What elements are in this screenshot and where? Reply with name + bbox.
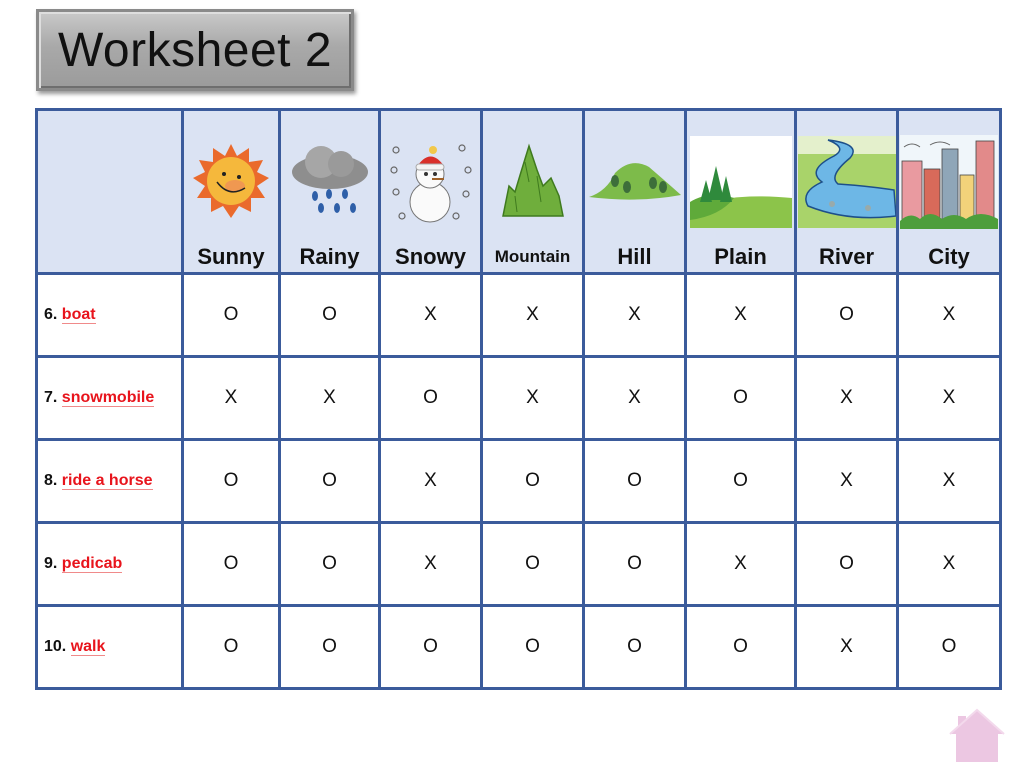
mark-cell: O (684, 438, 797, 524)
column-label: Sunny (197, 244, 265, 269)
hill-icon (585, 132, 684, 232)
city-icon (899, 132, 999, 232)
mark-cell: O (794, 521, 899, 607)
mark-cell: O (480, 438, 585, 524)
mark-cell: O (582, 438, 687, 524)
item-number: 7. (44, 389, 58, 406)
table-row: 6. boat O O X X X X O X (35, 272, 1002, 358)
mark-cell: X (794, 438, 899, 524)
column-label: Hill (617, 244, 652, 269)
column-header-hill: Hill (582, 108, 687, 275)
mark-cell: X (278, 355, 381, 441)
mark-cell: O (794, 272, 899, 358)
mark-cell: X (684, 521, 797, 607)
mark-cell: O (378, 355, 483, 441)
mark-cell: X (896, 355, 1002, 441)
mark-cell: O (582, 604, 687, 690)
rain-cloud-icon (281, 132, 378, 232)
mark-cell: X (378, 521, 483, 607)
mark-cell: X (794, 355, 899, 441)
mark-cell: O (684, 604, 797, 690)
activity-cell: 7. snowmobile (35, 355, 184, 441)
mark-cell: X (378, 272, 483, 358)
activity-cell: 10. walk (35, 604, 184, 690)
mark-cell: X (181, 355, 281, 441)
mark-cell: O (181, 521, 281, 607)
mark-cell: O (582, 521, 687, 607)
mark-cell: X (896, 272, 1002, 358)
item-number: 8. (44, 472, 58, 489)
mark-cell: X (480, 355, 585, 441)
mark-cell: O (181, 438, 281, 524)
item-number: 6. (44, 306, 58, 323)
mark-cell: O (181, 604, 281, 690)
table-row: 10. walk O O O O O O X O (35, 604, 1002, 690)
column-header-mountain: Mountain (480, 108, 585, 275)
corner-cell (35, 108, 184, 275)
activity-word: snowmobile (61, 389, 155, 407)
mark-cell: O (278, 521, 381, 607)
mark-cell: X (582, 355, 687, 441)
home-button[interactable] (942, 706, 1012, 766)
sun-icon (184, 132, 278, 232)
worksheet-table: Sunny Rainy Snowy Mountain Hill Plain Ri… (35, 108, 1002, 690)
mark-cell: O (181, 272, 281, 358)
activity-cell: 6. boat (35, 272, 184, 358)
snowman-icon (381, 132, 480, 232)
mark-cell: O (378, 604, 483, 690)
column-header-snowy: Snowy (378, 108, 483, 275)
mark-cell: O (896, 604, 1002, 690)
mark-cell: X (794, 604, 899, 690)
mark-cell: X (378, 438, 483, 524)
mark-cell: O (278, 438, 381, 524)
column-header-city: City (896, 108, 1002, 275)
column-header-rainy: Rainy (278, 108, 381, 275)
column-label: Plain (714, 244, 767, 269)
mark-cell: O (480, 521, 585, 607)
column-label: Snowy (395, 244, 466, 269)
activity-word: pedicab (61, 555, 123, 573)
plain-icon (687, 132, 794, 232)
mark-cell: O (684, 355, 797, 441)
column-header-plain: Plain (684, 108, 797, 275)
mark-cell: O (480, 604, 585, 690)
table-row: 9. pedicab O O X O O X O X (35, 521, 1002, 607)
column-label: Mountain (494, 247, 571, 266)
mark-cell: O (278, 604, 381, 690)
mountain-icon (483, 132, 582, 232)
activity-word: walk (70, 638, 106, 656)
mark-cell: X (684, 272, 797, 358)
mark-cell: X (896, 521, 1002, 607)
mark-cell: O (278, 272, 381, 358)
activity-cell: 9. pedicab (35, 521, 184, 607)
column-label: City (928, 244, 970, 269)
activity-cell: 8. ride a horse (35, 438, 184, 524)
mark-cell: X (480, 272, 585, 358)
column-header-sunny: Sunny (181, 108, 281, 275)
mark-cell: X (582, 272, 687, 358)
item-number: 10. (44, 638, 67, 655)
worksheet-title-text: Worksheet 2 (57, 23, 333, 77)
home-icon (949, 708, 1005, 762)
column-header-river: River (794, 108, 899, 275)
river-icon (797, 132, 896, 232)
mark-cell: X (896, 438, 1002, 524)
activity-word: ride a horse (61, 472, 153, 490)
item-number: 9. (44, 555, 58, 572)
table-row: 8. ride a horse O O X O O O X X (35, 438, 1002, 524)
column-label: River (818, 244, 875, 269)
worksheet-title: Worksheet 2 (36, 9, 354, 91)
table-row: 7. snowmobile X X O X X O X X (35, 355, 1002, 441)
header-row: Sunny Rainy Snowy Mountain Hill Plain Ri… (35, 108, 1002, 275)
column-label: Rainy (299, 244, 360, 269)
activity-word: boat (61, 306, 96, 324)
